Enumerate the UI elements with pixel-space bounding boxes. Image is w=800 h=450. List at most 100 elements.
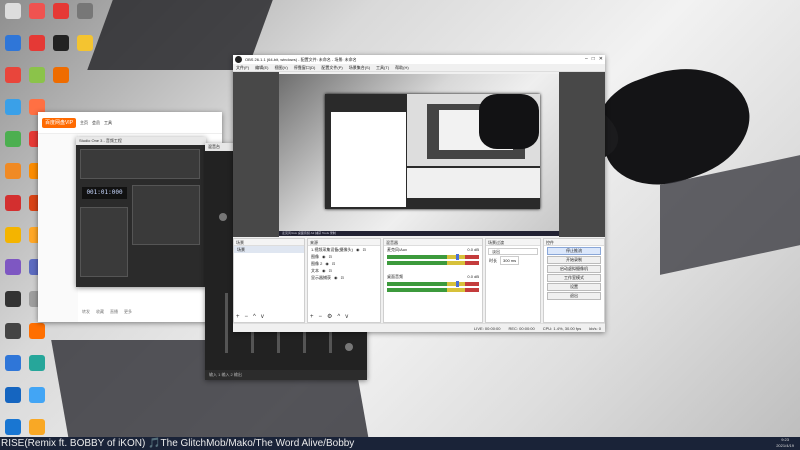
obs-window: OBS 26.1.1 (64-bit, windows) - 配置文件: 未命名… xyxy=(233,55,605,332)
eye-icon[interactable]: ◉ xyxy=(322,253,326,260)
close-icon[interactable]: ✕ xyxy=(599,55,603,64)
menu-item-edit[interactable]: 编辑(E) xyxy=(255,64,268,71)
remove-icon[interactable]: − xyxy=(245,314,249,320)
audio-mixer-header: 混音器 xyxy=(384,239,482,246)
chevron-up-icon[interactable]: ^ xyxy=(253,314,256,320)
desktop-icon[interactable] xyxy=(0,320,26,352)
desktop-icon[interactable] xyxy=(48,32,74,64)
desktop-icon[interactable] xyxy=(72,32,98,64)
desktop-icon[interactable] xyxy=(0,192,26,224)
footer-item[interactable]: 转发 xyxy=(82,309,90,315)
netdisk-titlebar: 百度网盘VIP 主页 会员 工具 xyxy=(38,112,222,134)
duration-input[interactable]: 300 ms xyxy=(500,256,520,265)
source-item[interactable]: 显示器捕获 ◉ ⊡ xyxy=(308,274,380,281)
chevron-up-icon[interactable]: ^ xyxy=(337,314,340,320)
eye-icon[interactable]: ◉ xyxy=(322,267,326,274)
desktop-icon[interactable] xyxy=(72,0,98,32)
stop-streaming-button[interactable]: 停止推流 xyxy=(547,247,601,255)
netdisk-nav-item[interactable]: 会员 xyxy=(92,120,100,126)
system-clock[interactable]: 9:23 2021/4/19 xyxy=(776,437,794,449)
netdisk-nav-item[interactable]: 工具 xyxy=(104,120,112,126)
menu-item-tools[interactable]: 工具(T) xyxy=(376,64,389,71)
status-bitrate: kb/s: 0 xyxy=(589,326,601,331)
daw-time-display: 001:01:000 xyxy=(82,187,127,199)
menu-item-help[interactable]: 帮助(H) xyxy=(395,64,409,71)
footer-item[interactable]: 更多 xyxy=(124,309,132,315)
remove-icon[interactable]: − xyxy=(319,314,323,320)
add-icon[interactable]: + xyxy=(236,314,240,320)
scene-item[interactable]: 场景 xyxy=(234,246,304,253)
desktop-icon[interactable] xyxy=(24,352,50,384)
mixer-knob[interactable] xyxy=(345,343,353,351)
desktop-icon[interactable] xyxy=(0,0,26,32)
exit-button[interactable]: 退出 xyxy=(547,292,601,300)
netdisk-nav-item[interactable]: 主页 xyxy=(80,120,88,126)
menu-item-view[interactable]: 视图(V) xyxy=(274,64,287,71)
menu-item-scene-collection[interactable]: 场景集合(S) xyxy=(349,64,370,71)
sidebar-item[interactable] xyxy=(38,214,78,226)
now-playing-ticker: RISE(Remix ft. BOBBY of iKON) 🎵The Glitc… xyxy=(1,438,355,449)
source-item[interactable]: 图像 ◉ ⊡ xyxy=(308,253,380,260)
start-virtual-camera-button[interactable]: 启动虚拟摄像机 xyxy=(547,265,601,273)
obs-preview[interactable] xyxy=(279,74,559,231)
mixer-knob[interactable] xyxy=(219,213,227,221)
chevron-down-icon[interactable]: v xyxy=(345,314,348,320)
desktop-icon[interactable] xyxy=(24,384,50,416)
desktop-icon[interactable] xyxy=(48,0,74,32)
desktop-icon[interactable] xyxy=(0,224,26,256)
menu-item-profile[interactable]: 配置文件(P) xyxy=(321,64,342,71)
lock-icon[interactable]: ⊡ xyxy=(332,260,335,267)
lock-icon[interactable]: ⊡ xyxy=(363,246,366,253)
desktop-icon[interactable] xyxy=(0,32,26,64)
lock-icon[interactable]: ⊡ xyxy=(329,267,332,274)
status-live: LIVE: 00:00:00 xyxy=(474,326,501,331)
desktop-icon[interactable] xyxy=(24,320,50,352)
source-item[interactable]: 1.视频采集设备(摄像头) ◉ ⊡ xyxy=(308,246,380,253)
footer-item[interactable]: 直播 xyxy=(110,309,118,315)
lock-icon[interactable]: ⊡ xyxy=(341,274,344,281)
eye-icon[interactable]: ◉ xyxy=(334,274,338,281)
desktop-icon[interactable] xyxy=(24,64,50,96)
eye-icon[interactable]: ◉ xyxy=(325,260,329,267)
settings-button[interactable]: 设置 xyxy=(547,283,601,291)
menu-item-docks[interactable]: 停靠窗口(D) xyxy=(294,64,316,71)
source-item[interactable]: 图像 2 ◉ ⊡ xyxy=(308,260,380,267)
source-name: 文本 xyxy=(311,268,319,273)
lock-icon[interactable]: ⊡ xyxy=(329,253,332,260)
preview-letterbox-left xyxy=(233,72,279,237)
transition-duration: 时长 300 ms xyxy=(486,256,540,265)
obs-menubar: 文件(F) 编辑(E) 视图(V) 停靠窗口(D) 配置文件(P) 场景集合(S… xyxy=(233,64,605,72)
footer-item[interactable]: 收藏 xyxy=(96,309,104,315)
desktop-icon[interactable] xyxy=(0,384,26,416)
menu-item-file[interactable]: 文件(F) xyxy=(236,64,249,71)
desktop-icon[interactable] xyxy=(0,288,26,320)
desktop-icon[interactable] xyxy=(24,0,50,32)
chevron-down-icon[interactable]: v xyxy=(261,314,264,320)
source-tools: + − ⚙ ^ v xyxy=(310,314,348,320)
mixer-channel-labels: 输入 1 输入 2 输出 xyxy=(205,370,367,380)
minimize-icon[interactable]: – xyxy=(585,55,588,64)
studio-mode-button[interactable]: 工作室模式 xyxy=(547,274,601,282)
eye-icon[interactable]: ◉ xyxy=(356,246,360,253)
mixer-fader[interactable] xyxy=(225,293,228,353)
desktop-icon[interactable] xyxy=(0,64,26,96)
desktop-icon[interactable] xyxy=(0,160,26,192)
volume-meter xyxy=(387,261,479,265)
add-icon[interactable]: + xyxy=(310,314,314,320)
gear-icon[interactable]: ⚙ xyxy=(327,314,332,320)
desktop-icon[interactable] xyxy=(0,128,26,160)
start-recording-button[interactable]: 开始录制 xyxy=(547,256,601,264)
status-rec: REC: 00:00:00 xyxy=(508,326,535,331)
desktop-icon[interactable] xyxy=(0,96,26,128)
volume-slider[interactable] xyxy=(456,281,459,287)
desktop-icon[interactable] xyxy=(24,32,50,64)
desktop-icon[interactable] xyxy=(48,64,74,96)
maximize-icon[interactable]: □ xyxy=(592,55,595,64)
transition-select[interactable]: 淡出 xyxy=(488,248,538,255)
source-item[interactable]: 文本 ◉ ⊡ xyxy=(308,267,380,274)
volume-slider[interactable] xyxy=(456,254,459,260)
preview-source-strip: 麦克风/Aux 桌面音频 A2 捕获 Tools 录制 xyxy=(279,231,559,236)
desktop-icon[interactable] xyxy=(0,256,26,288)
preview-shoe xyxy=(479,94,539,149)
desktop-icon[interactable] xyxy=(0,352,26,384)
